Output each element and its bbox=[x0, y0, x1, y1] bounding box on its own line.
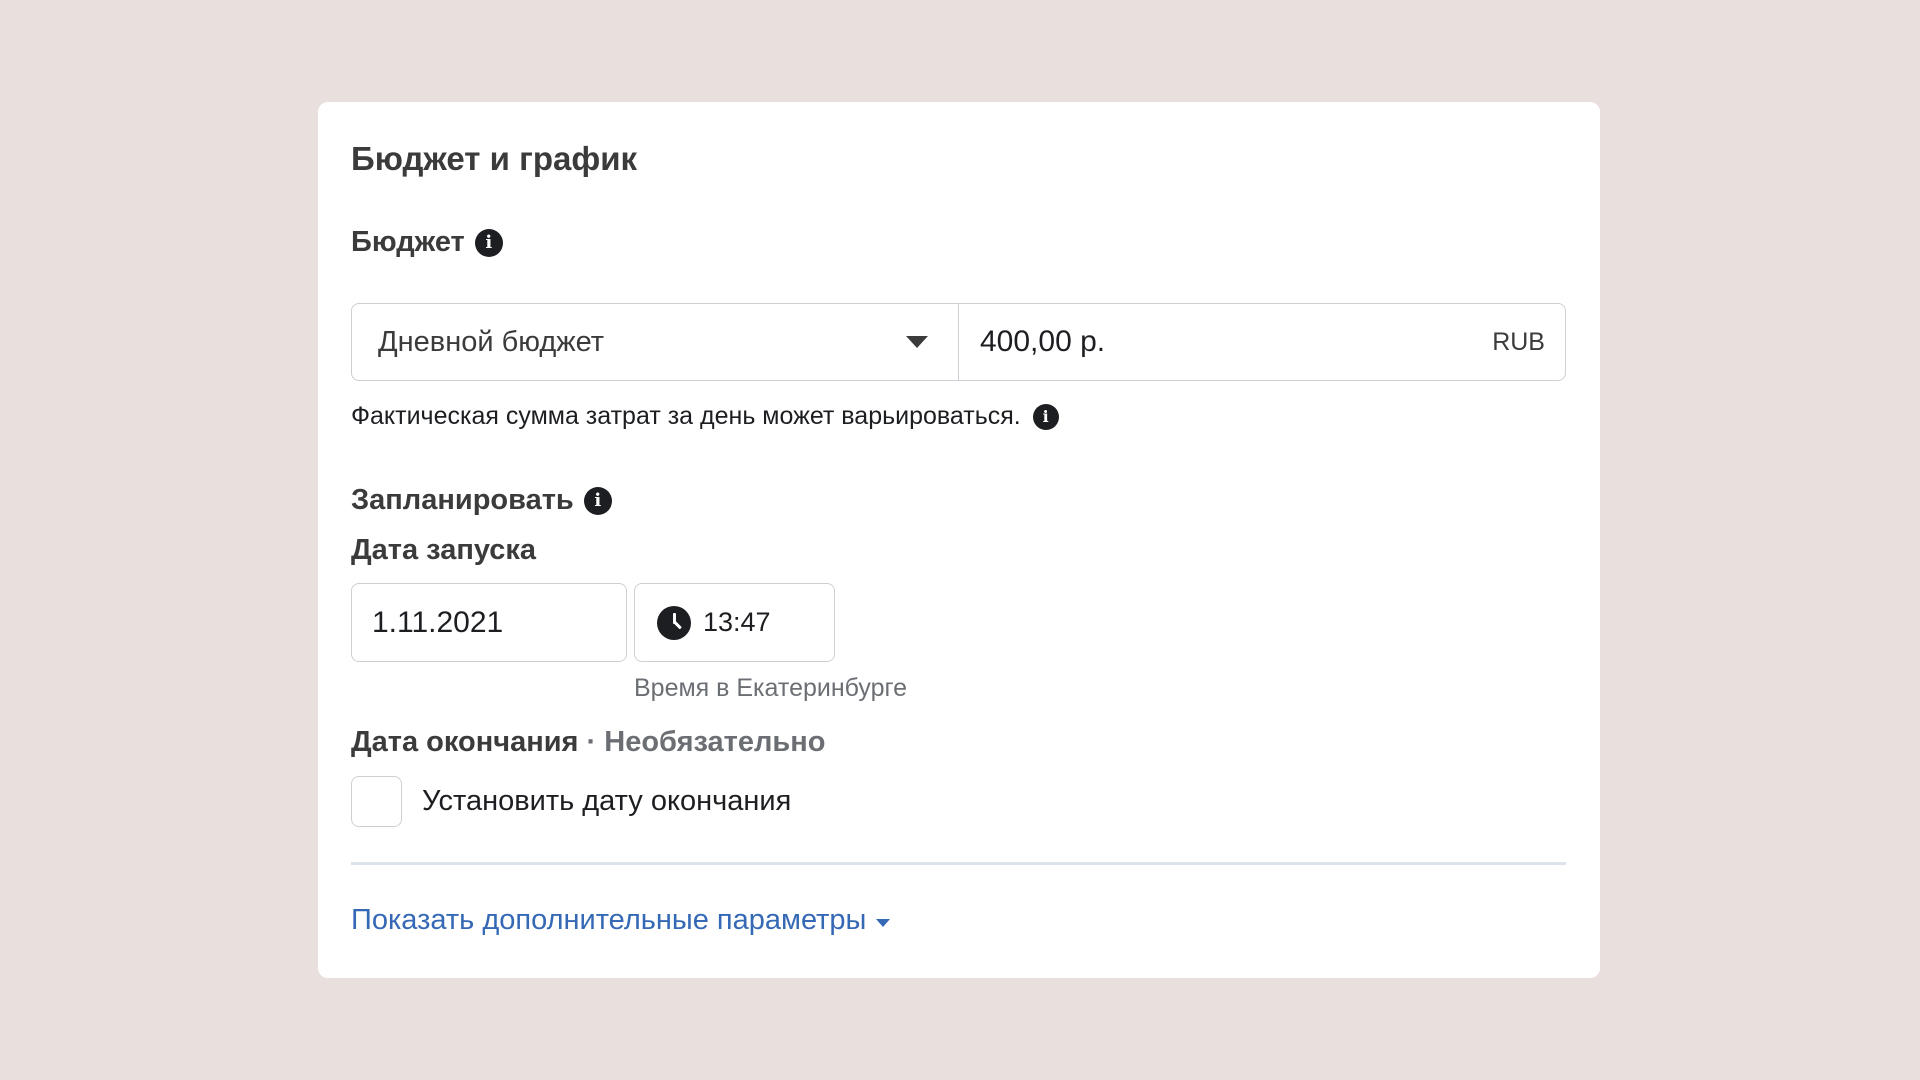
end-date-label: Дата окончания · Необязательно bbox=[351, 726, 825, 759]
chevron-down-icon bbox=[876, 918, 891, 927]
show-more-options-label: Показать дополнительные параметры bbox=[351, 904, 867, 936]
start-time-value: 13:47 bbox=[703, 607, 771, 637]
budget-help-label: Фактическая сумма затрат за день может в… bbox=[351, 402, 1021, 430]
chevron-down-icon bbox=[906, 336, 928, 348]
start-date-input[interactable]: 1.11.2021 bbox=[351, 583, 627, 662]
currency-label: RUB bbox=[1492, 327, 1545, 356]
budget-section-label: Бюджет i bbox=[351, 226, 503, 259]
budget-type-value: Дневной бюджет bbox=[378, 325, 605, 358]
card-title: Бюджет и график bbox=[351, 140, 638, 177]
divider bbox=[351, 862, 1566, 865]
timezone-note: Время в Екатеринбурге bbox=[634, 674, 908, 702]
start-date-value: 1.11.2021 bbox=[372, 605, 504, 639]
clock-icon bbox=[657, 605, 691, 640]
budget-input-group: Дневной бюджет RUB bbox=[351, 303, 1566, 381]
budget-type-dropdown[interactable]: Дневной бюджет bbox=[352, 304, 959, 380]
show-more-options-link[interactable]: Показать дополнительные параметры bbox=[351, 904, 891, 937]
schedule-label: Запланировать bbox=[351, 484, 574, 516]
end-date-checkbox[interactable] bbox=[351, 776, 402, 827]
budget-schedule-card: Бюджет и график Бюджет i Дневной бюджет … bbox=[318, 102, 1600, 978]
budget-amount-field: RUB bbox=[959, 304, 1565, 380]
optional-tag: · Необязательно bbox=[578, 726, 826, 758]
start-time-input[interactable]: 13:47 bbox=[634, 583, 835, 662]
end-date-label-text: Дата окончания bbox=[351, 726, 579, 758]
info-icon[interactable]: i bbox=[474, 228, 503, 257]
budget-help-text: Фактическая сумма затрат за день может в… bbox=[351, 402, 1059, 431]
info-icon[interactable]: i bbox=[1032, 403, 1059, 430]
info-icon[interactable]: i bbox=[583, 486, 612, 515]
end-date-checkbox-row[interactable]: Установить дату окончания bbox=[351, 776, 791, 827]
start-date-label: Дата запуска bbox=[351, 534, 537, 566]
budget-label: Бюджет bbox=[351, 226, 465, 258]
budget-amount-input[interactable] bbox=[980, 325, 1380, 359]
schedule-section-label: Запланировать i bbox=[351, 484, 612, 517]
end-date-checkbox-label: Установить дату окончания bbox=[422, 785, 792, 817]
